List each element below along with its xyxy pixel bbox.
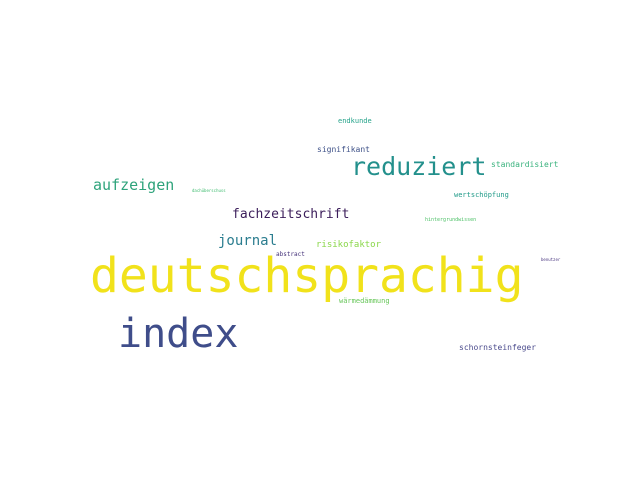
- word-schornsteinfeger: schornsteinfeger: [459, 343, 537, 352]
- word-aufzeigen: aufzeigen: [93, 176, 175, 194]
- word-risikofaktor: risikofaktor: [316, 240, 382, 250]
- word-benutzer: benutzer: [541, 257, 561, 262]
- word-index: index: [118, 311, 239, 357]
- word-wertschoepfung: wertschöpfung: [454, 191, 509, 199]
- word-standardisiert: standardisiert: [491, 160, 559, 169]
- word-dachueberschuss: dachüberschuss: [192, 188, 226, 193]
- word-cloud: deutschsprachig index reduziert aufzeige…: [0, 0, 640, 480]
- word-reduziert: reduziert: [351, 152, 487, 181]
- word-hintergrundwissen: hintergrundwissen: [425, 217, 477, 223]
- word-deutschsprachig: deutschsprachig: [90, 248, 524, 304]
- word-endkunde: endkunde: [338, 117, 372, 125]
- word-fachzeitschrift: fachzeitschrift: [232, 207, 350, 222]
- word-signifikant: signifikant: [317, 145, 370, 154]
- word-journal: journal: [218, 233, 278, 249]
- word-waermedaemmung: wärmedämmung: [339, 297, 390, 305]
- word-abstract: abstract: [276, 251, 305, 258]
